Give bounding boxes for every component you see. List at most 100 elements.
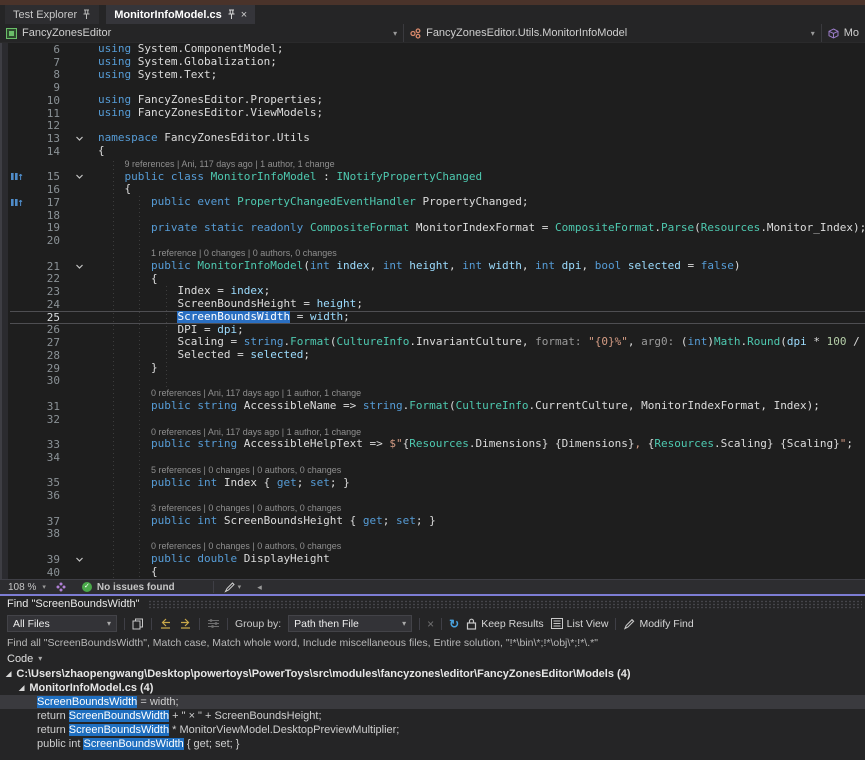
code-text[interactable]: 3 references | 0 changes | 0 authors, 0 … [98, 502, 865, 515]
find-result-match[interactable]: ScreenBoundsWidth = width; [0, 695, 865, 709]
horizontal-scrollbar[interactable] [262, 580, 865, 594]
line-number[interactable]: 33 [26, 438, 60, 451]
code-line[interactable]: 26 DPI = dpi; [0, 324, 865, 337]
line-number[interactable]: 26 [26, 323, 60, 336]
next-location-icon[interactable] [179, 618, 192, 629]
code-text[interactable]: using System.Text; [98, 69, 865, 82]
code-text[interactable]: public string AccessibleHelpText => $"{R… [98, 438, 865, 451]
code-line[interactable]: 34 [0, 451, 865, 464]
code-text[interactable]: using System.Globalization; [98, 56, 865, 69]
stop-search-icon[interactable]: × [427, 617, 434, 631]
line-number[interactable]: 11 [26, 107, 60, 120]
zoom-level-select[interactable]: 108 % [8, 582, 36, 593]
result-filter-dropdown[interactable]: Code ▾ [0, 651, 865, 666]
code-text[interactable]: public event PropertyChangedEventHandler… [98, 196, 865, 209]
codelens-text[interactable]: 0 references | Ani, 117 days ago | 1 aut… [151, 388, 361, 398]
line-number[interactable]: 17 [26, 196, 60, 209]
find-result-match[interactable]: return ScreenBoundsWidth * MonitorViewMo… [0, 723, 865, 737]
line-number[interactable]: 25 [26, 311, 60, 324]
code-line[interactable]: 35 public int Index { get; set; } [0, 477, 865, 490]
find-result-dir[interactable]: ◢C:\Users\zhaopengwang\Desktop\powertoys… [0, 667, 865, 681]
code-line[interactable]: 18 [0, 209, 865, 222]
find-result-match[interactable]: public int ScreenBoundsWidth { get; set;… [0, 737, 865, 751]
pen-icon[interactable] [224, 582, 235, 593]
code-line[interactable]: 36 [0, 489, 865, 502]
expander-icon[interactable]: ◢ [19, 684, 24, 692]
collapse-chevron-icon[interactable] [60, 555, 98, 564]
codelens-text[interactable]: 3 references | 0 changes | 0 authors, 0 … [151, 503, 341, 513]
copy-results-icon[interactable] [132, 618, 144, 630]
code-text[interactable]: namespace FancyZonesEditor.Utils [98, 132, 865, 145]
code-text[interactable]: 0 references | Ani, 117 days ago | 1 aut… [98, 387, 865, 400]
member-dropdown[interactable]: Mo [822, 24, 865, 42]
code-text[interactable]: DPI = dpi; [98, 324, 865, 337]
code-line[interactable]: 17 public event PropertyChangedEventHand… [0, 196, 865, 209]
modify-find-button[interactable]: Modify Find [623, 618, 693, 630]
code-line[interactable]: 12 [0, 120, 865, 133]
line-number[interactable]: 19 [26, 221, 60, 234]
code-line[interactable]: 16 { [0, 183, 865, 196]
line-number[interactable]: 30 [26, 374, 60, 387]
find-panel-header[interactable]: Find "ScreenBoundsWidth" [0, 596, 865, 612]
tab-test-explorer[interactable]: Test Explorer [5, 5, 99, 24]
code-text[interactable]: public MonitorInfoModel(int index, int h… [98, 260, 865, 273]
code-text[interactable]: 0 references | 0 changes | 0 authors, 0 … [98, 540, 865, 553]
tab-monitorinfomodel[interactable]: MonitorInfoModel.cs × [106, 5, 255, 24]
find-result-match[interactable]: return ScreenBoundsWidth + " × " + Scree… [0, 709, 865, 723]
line-number[interactable]: 21 [26, 260, 60, 273]
collapse-chevron-icon[interactable] [60, 134, 98, 143]
code-line[interactable]: 10 using FancyZonesEditor.Properties; [0, 94, 865, 107]
code-line[interactable]: 25 ScreenBoundsWidth = width; [0, 311, 865, 324]
line-number[interactable]: 6 [26, 43, 60, 56]
health-check-icon[interactable]: ✓ [82, 582, 92, 592]
collapse-chevron-icon[interactable] [60, 262, 98, 271]
code-line[interactable]: 13namespace FancyZonesEditor.Utils [0, 132, 865, 145]
codelens-text[interactable]: 0 references | 0 changes | 0 authors, 0 … [151, 541, 341, 551]
line-number[interactable]: 24 [26, 298, 60, 311]
find-result-file[interactable]: ◢MonitorInfoModel.cs (4) [0, 681, 865, 695]
line-number[interactable]: 39 [26, 553, 60, 566]
code-line[interactable]: 38 [0, 528, 865, 541]
code-line[interactable]: 33 public string AccessibleHelpText => $… [0, 438, 865, 451]
code-text[interactable]: 9 references | Ani, 117 days ago | 1 aut… [98, 158, 865, 171]
line-number[interactable]: 20 [26, 234, 60, 247]
line-number[interactable]: 8 [26, 68, 60, 81]
project-dropdown[interactable]: FancyZonesEditor ▾ [0, 24, 404, 42]
scope-dropdown[interactable]: All Files ▾ [7, 615, 117, 632]
code-line[interactable]: 19 private static readonly CompositeForm… [0, 222, 865, 235]
code-text[interactable]: Selected = selected; [98, 349, 865, 362]
code-line[interactable]: 28 Selected = selected; [0, 349, 865, 362]
code-line[interactable]: 8 using System.Text; [0, 69, 865, 82]
line-number[interactable]: 34 [26, 451, 60, 464]
line-number[interactable]: 38 [26, 527, 60, 540]
code-text[interactable]: { [98, 145, 865, 158]
code-text[interactable]: } [98, 362, 865, 375]
code-text[interactable]: public class MonitorInfoModel : INotifyP… [98, 171, 865, 184]
close-icon[interactable]: × [241, 9, 247, 21]
code-text[interactable]: { [98, 273, 865, 286]
code-line[interactable]: 22 { [0, 273, 865, 286]
code-line[interactable]: 23 Index = index; [0, 285, 865, 298]
code-line[interactable]: 21 public MonitorInfoModel(int index, in… [0, 260, 865, 273]
codelens-text[interactable]: 5 references | 0 changes | 0 authors, 0 … [151, 465, 341, 475]
pin-icon[interactable] [82, 9, 91, 20]
previous-location-icon[interactable] [159, 618, 172, 629]
code-text[interactable]: { [98, 183, 865, 196]
line-number[interactable]: 10 [26, 94, 60, 107]
code-text[interactable]: public int Index { get; set; } [98, 477, 865, 490]
repeat-find-icon[interactable]: ↻ [449, 617, 459, 631]
code-text[interactable]: 1 reference | 0 changes | 0 authors, 0 c… [98, 247, 865, 260]
code-line[interactable]: 15 public class MonitorInfoModel : INoti… [0, 171, 865, 184]
codelens-text[interactable]: 0 references | Ani, 117 days ago | 1 aut… [151, 427, 361, 437]
line-number[interactable]: 40 [26, 566, 60, 579]
chevron-down-icon[interactable]: ▾ [42, 583, 46, 591]
code-line[interactable]: 37 public int ScreenBoundsHeight { get; … [0, 515, 865, 528]
line-number[interactable]: 9 [26, 81, 60, 94]
code-line[interactable]: 7using System.Globalization; [0, 56, 865, 69]
sparkle-icon[interactable] [56, 582, 66, 592]
line-number[interactable]: 36 [26, 489, 60, 502]
panel-drag-grip[interactable] [148, 600, 862, 609]
code-text[interactable]: using FancyZonesEditor.Properties; [98, 94, 865, 107]
line-number[interactable]: 22 [26, 272, 60, 285]
line-number[interactable]: 23 [26, 285, 60, 298]
